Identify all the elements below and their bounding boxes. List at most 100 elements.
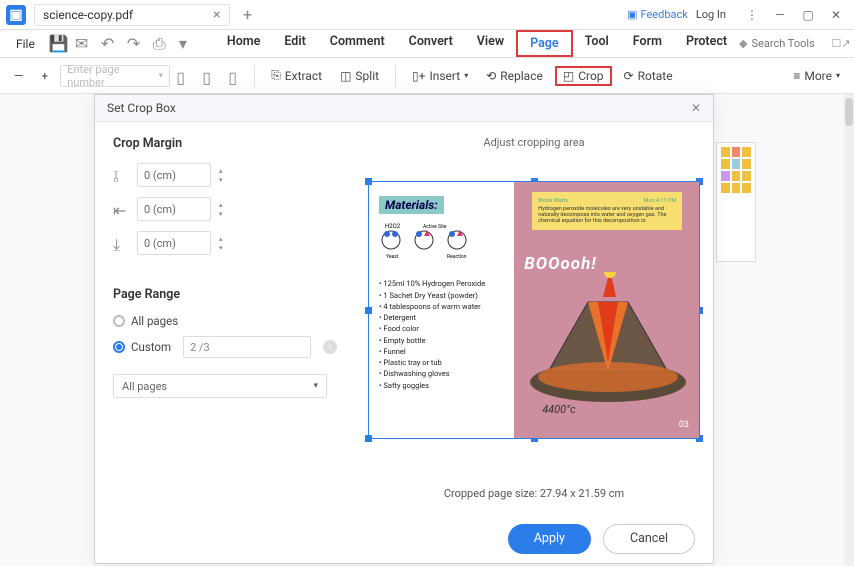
insert-icon: ▯+ <box>412 69 425 83</box>
preview-right-panel: Brook WattsMon 4:11 PM Hydrogen peroxide… <box>514 182 699 438</box>
maximize-icon[interactable]: ▢ <box>796 4 820 26</box>
crop-handle[interactable] <box>365 435 372 442</box>
minimize-icon[interactable]: — <box>768 4 792 26</box>
save-icon[interactable]: 💾 <box>49 36 65 52</box>
dialog-close-icon[interactable]: ✕ <box>691 101 701 115</box>
vertical-scrollbar[interactable] <box>844 94 854 566</box>
tab-page[interactable]: Page <box>516 30 573 57</box>
custom-range-input[interactable]: 2 /3 <box>183 336 311 358</box>
tab-tool[interactable]: Tool <box>573 30 621 57</box>
list-item: 125ml 10% Hydrogen Peroxide <box>379 278 504 289</box>
crop-button[interactable]: ◰Crop <box>555 66 612 86</box>
radio-custom[interactable]: Custom 2 /3 i <box>113 336 337 358</box>
margin-left-input[interactable]: 0 (cm) <box>137 197 211 221</box>
tab-comment[interactable]: Comment <box>318 30 397 57</box>
search-input[interactable] <box>752 37 822 50</box>
list-item: Safty goggles <box>379 380 504 391</box>
radio-icon <box>113 315 125 327</box>
tab-convert[interactable]: Convert <box>397 30 465 57</box>
page-range-label: Page Range <box>113 287 337 302</box>
spin-down-icon[interactable]: ▾ <box>219 244 231 252</box>
volcano-illustration <box>528 272 688 402</box>
close-window-icon[interactable]: ✕ <box>824 4 848 26</box>
kebab-icon[interactable]: ⋮ <box>740 4 764 26</box>
zoom-in-button[interactable]: + <box>35 66 54 86</box>
chevron-down-icon: ▾ <box>464 71 468 80</box>
feedback-icon: ▣ <box>627 8 637 21</box>
pages-dropdown[interactable]: All pages ▾ <box>113 374 327 398</box>
zoom-out-button[interactable]: — <box>8 66 29 86</box>
svg-text:H2O2: H2O2 <box>385 223 401 230</box>
radio-all-pages[interactable]: All pages <box>113 314 337 328</box>
open-external-icon[interactable]: ☐↗ <box>832 37 851 50</box>
spin-up-icon[interactable]: ▴ <box>219 235 231 243</box>
search-field[interactable]: ◆ <box>739 37 821 50</box>
app-icon: ▣ <box>6 5 26 25</box>
feedback-link[interactable]: ▣Feedback <box>627 8 688 21</box>
replace-icon: ⟲ <box>486 69 496 83</box>
mail-icon[interactable]: ✉ <box>75 36 91 52</box>
cancel-button[interactable]: Cancel <box>603 524 695 554</box>
svg-text:Reaction: Reaction <box>447 254 467 260</box>
spin-down-icon[interactable]: ▾ <box>219 176 231 184</box>
close-tab-icon[interactable]: × <box>213 7 220 23</box>
tab-home[interactable]: Home <box>215 30 273 57</box>
page-toolbar: — + Enter page number ▾ ▯ ▯ ▯ ⎘Extract ◫… <box>0 58 854 94</box>
diamond-icon: ◆ <box>739 37 747 50</box>
more-button[interactable]: ≡More▾ <box>787 66 846 86</box>
tab-edit[interactable]: Edit <box>272 30 317 57</box>
spin-up-icon[interactable]: ▴ <box>219 167 231 175</box>
print-icon[interactable]: ⎙ <box>153 36 169 52</box>
margin-left-icon: ⇤ <box>113 201 129 217</box>
quick-access-toolbar: 💾 ✉ ↶ ↷ ⎙ ▾ <box>49 36 195 52</box>
margin-top-input[interactable]: 0 (cm) <box>137 163 211 187</box>
tab-view[interactable]: View <box>465 30 516 57</box>
document-tab[interactable]: science-copy.pdf × <box>34 4 230 26</box>
spin-down-icon[interactable]: ▾ <box>219 210 231 218</box>
redo-icon[interactable]: ↷ <box>127 36 143 52</box>
chevron-down-icon: ▾ <box>159 71 164 81</box>
crop-handle[interactable] <box>365 178 372 185</box>
new-tab-button[interactable]: + <box>238 5 258 25</box>
page-layout-icon-3[interactable]: ▯ <box>228 68 244 84</box>
rotate-button[interactable]: ⟳Rotate <box>618 66 679 86</box>
tab-form[interactable]: Form <box>621 30 674 57</box>
page-number-input[interactable]: Enter page number ▾ <box>60 65 170 87</box>
file-menu[interactable]: File <box>6 37 45 51</box>
margin-bottom-input[interactable]: 0 (cm) <box>137 231 211 255</box>
crop-dialog: Set Crop Box ✕ Crop Margin ⫱ 0 (cm) ▴▾ ⇤… <box>94 94 714 564</box>
undo-icon[interactable]: ↶ <box>101 36 117 52</box>
extract-icon: ⎘ <box>271 68 281 83</box>
page-number-label: 03 <box>679 420 689 430</box>
crop-margin-label: Crop Margin <box>113 136 337 151</box>
margin-bottom-icon: ⤓ <box>113 235 129 251</box>
apply-button[interactable]: Apply <box>508 524 591 554</box>
qat-dropdown-icon[interactable]: ▾ <box>179 36 195 52</box>
extract-button[interactable]: ⎘Extract <box>265 65 328 86</box>
materials-heading: Materials: <box>379 196 444 214</box>
scrollbar-thumb[interactable] <box>845 98 853 126</box>
tab-protect[interactable]: Protect <box>674 30 739 57</box>
crop-preview[interactable]: Materials: H2O2 Active Site Yeast Reacti… <box>368 181 700 439</box>
list-item: Detergent <box>379 312 504 323</box>
doc-name: science-copy.pdf <box>43 8 133 22</box>
info-icon[interactable]: i <box>323 340 337 354</box>
adjust-area-label: Adjust cropping area <box>483 136 584 149</box>
list-item: Funnel <box>379 346 504 357</box>
page-layout-icon-2[interactable]: ▯ <box>202 68 218 84</box>
dialog-title: Set Crop Box <box>107 101 176 115</box>
boom-text: BOOooh! <box>524 254 597 274</box>
replace-button[interactable]: ⟲Replace <box>480 66 549 86</box>
temperature-label: 4400°c <box>542 403 576 416</box>
insert-button[interactable]: ▯+Insert▾ <box>406 66 474 86</box>
page-layout-icon-1[interactable]: ▯ <box>176 68 192 84</box>
preview-left-panel: Materials: H2O2 Active Site Yeast Reacti… <box>369 182 514 438</box>
login-link[interactable]: Log In <box>696 8 726 21</box>
title-bar: ▣ science-copy.pdf × + ▣Feedback Log In … <box>0 0 854 30</box>
spin-up-icon[interactable]: ▴ <box>219 201 231 209</box>
page-thumbnail[interactable] <box>716 142 756 262</box>
cropped-size-label: Cropped page size: 27.94 x 21.59 cm <box>444 487 624 500</box>
split-button[interactable]: ◫Split <box>334 66 385 86</box>
crop-handle[interactable] <box>365 307 372 314</box>
more-icon: ≡ <box>793 69 800 83</box>
